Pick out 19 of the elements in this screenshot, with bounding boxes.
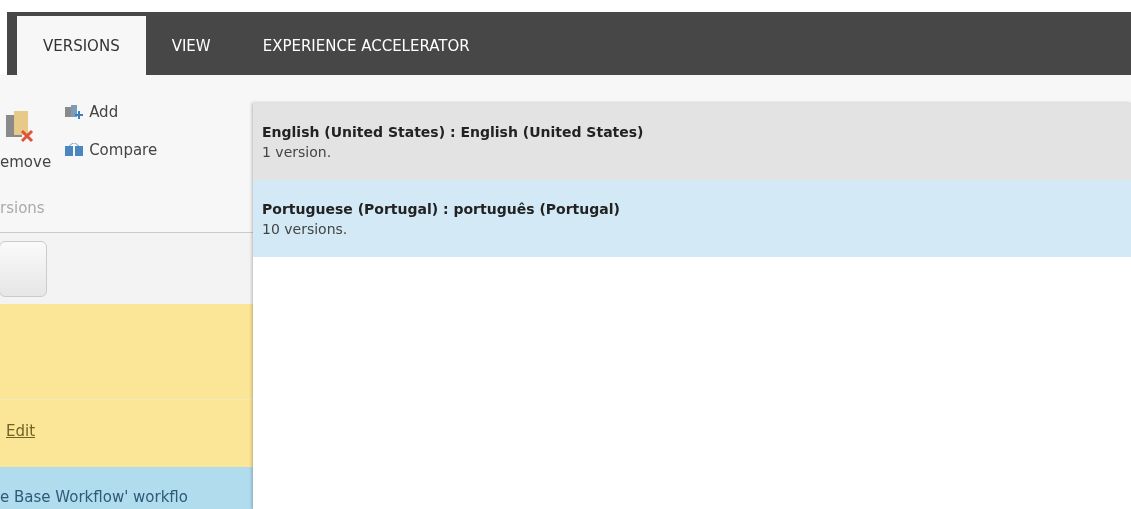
compare-button[interactable]: Compare	[65, 141, 158, 159]
version-count: 10 versions.	[262, 220, 348, 237]
language-title: Portuguese (Portugal) : português (Portugal)	[262, 200, 620, 217]
language-title: English (United States) : English (United States)	[262, 123, 644, 140]
ribbon-tab[interactable]: VERSIONS	[17, 16, 146, 75]
compare-icon	[65, 143, 84, 157]
toolbar-button[interactable]	[0, 240, 47, 297]
add-icon	[65, 105, 84, 119]
language-item[interactable]: English (United States) : English (United States) 1 version.	[253, 103, 1131, 180]
language-item[interactable]: Portuguese (Portugal) : português (Portugal) 10 versions.	[253, 180, 1131, 257]
version-count: 1 version.	[262, 143, 332, 160]
remove-icon	[4, 109, 34, 143]
ribbon-tab[interactable]: VIEW	[145, 16, 237, 75]
ribbon-tab[interactable]: EXPERIENCE ACCELERATOR	[236, 16, 496, 75]
remove-button[interactable]: emove	[0, 103, 52, 171]
workflow-text: e Base Workflow' workflo	[0, 488, 188, 506]
group-label: rsions	[0, 199, 45, 217]
edit-link[interactable]: Edit	[6, 422, 36, 440]
add-button[interactable]: Add	[65, 103, 158, 121]
